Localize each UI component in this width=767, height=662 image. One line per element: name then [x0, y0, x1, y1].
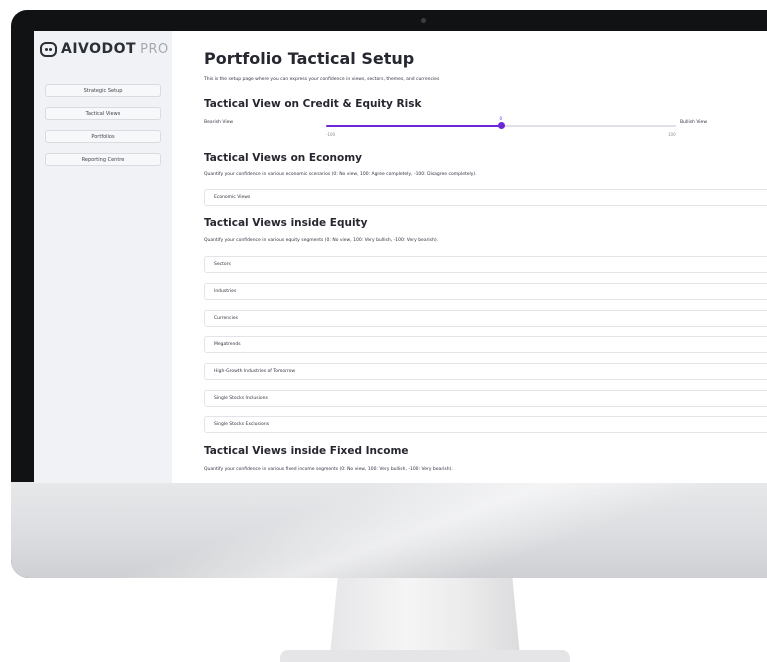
equity-title: Tactical Views inside Equity [204, 217, 368, 229]
fixed-income-title: Tactical Views inside Fixed Income [204, 445, 409, 457]
nav-reporting-centre[interactable]: Reporting Centre [45, 153, 161, 166]
brand-logo: AIVODOT PRO [40, 41, 169, 57]
app-screen: AIVODOT PRO Strategic Setup Tactical Vie… [34, 31, 767, 483]
slider-min-label: -100 [326, 132, 336, 137]
expander-sectors[interactable]: Sectors [204, 256, 767, 273]
expander-industries[interactable]: Industries [204, 283, 767, 300]
sidebar: AIVODOT PRO Strategic Setup Tactical Vie… [34, 31, 172, 483]
page-description: This is the setup page where you can exp… [204, 77, 440, 82]
nav-tactical-views[interactable]: Tactical Views [45, 107, 161, 120]
expander-single-stocks-inclusions[interactable]: Single Stocks Inclusions [204, 390, 767, 407]
economy-description: Quantify your confidence in various econ… [204, 172, 477, 177]
risk-slider-fill [326, 125, 501, 127]
expander-single-stocks-exclusions[interactable]: Single Stocks Exclusions [204, 416, 767, 433]
risk-slider-thumb[interactable] [497, 122, 505, 129]
nav-strategic-setup[interactable]: Strategic Setup [45, 84, 161, 97]
monitor-stand-base [280, 650, 570, 662]
bullish-label: Bullish View [680, 120, 707, 125]
fixed-income-description: Quantify your confidence in various fixe… [204, 467, 453, 472]
expander-megatrends[interactable]: Megatrends [204, 336, 767, 353]
risk-slider-value: 0 [499, 116, 503, 121]
camera-dot [421, 18, 426, 23]
expander-economic-views[interactable]: Economic Views [204, 189, 767, 206]
monitor-stand [330, 578, 520, 656]
credit-equity-title: Tactical View on Credit & Equity Risk [204, 98, 422, 110]
economy-title: Tactical Views on Economy [204, 152, 362, 164]
page-title: Portfolio Tactical Setup [204, 49, 415, 68]
robot-face-icon [40, 41, 57, 57]
monitor-chin [11, 482, 767, 578]
brand-name: AIVODOT [61, 41, 137, 57]
expander-high-growth-industries[interactable]: High-Growth Industries of Tomorrow [204, 363, 767, 380]
main-content: Portfolio Tactical Setup This is the set… [204, 31, 767, 483]
slider-max-label: 100 [668, 132, 676, 137]
equity-description: Quantify your confidence in various equi… [204, 238, 439, 243]
nav-portfolios[interactable]: Portfolios [45, 130, 161, 143]
bearish-label: Bearish View [204, 120, 234, 125]
brand-suffix: PRO [140, 41, 169, 57]
expander-currencies[interactable]: Currencies [204, 310, 767, 327]
